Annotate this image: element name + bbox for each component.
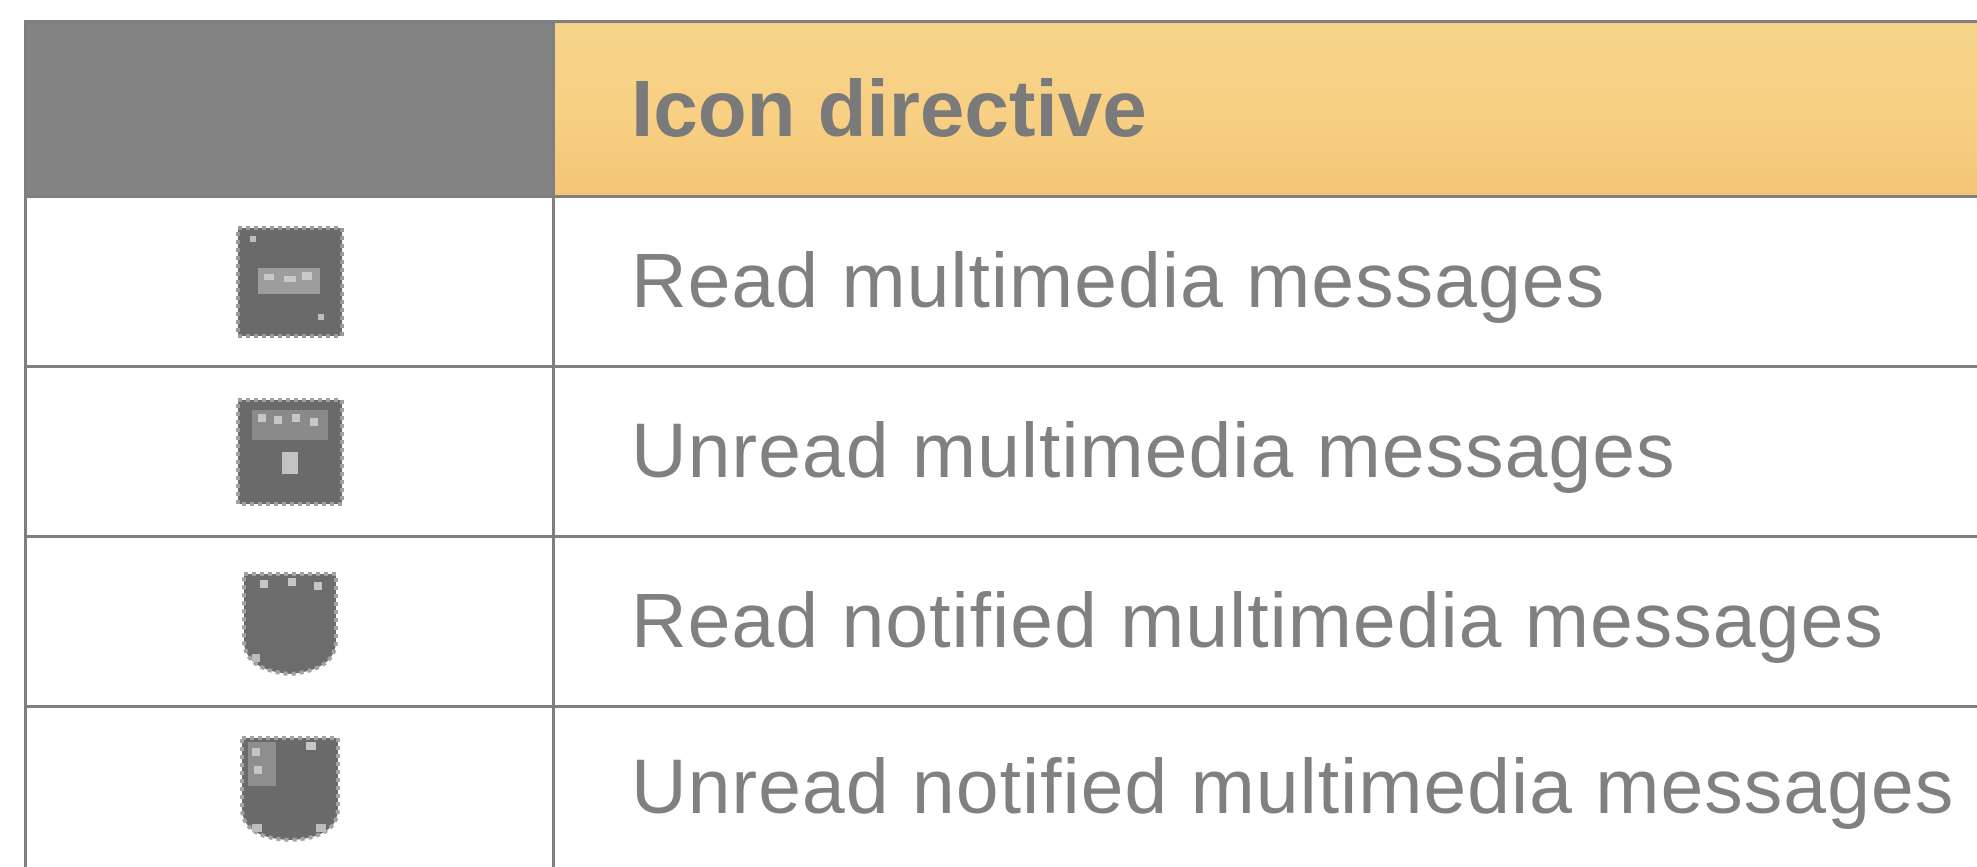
- page: Icon directive Read multimedia messages …: [0, 0, 1977, 867]
- table-row: Read multimedia messages: [24, 195, 1977, 368]
- icon-description: Unread notified multimedia messages: [552, 705, 1977, 867]
- icon-description: Unread multimedia messages: [552, 365, 1977, 538]
- icon-cell: [24, 535, 555, 708]
- icon-cell: [24, 705, 555, 867]
- table-row: Read notified multimedia messages: [24, 535, 1977, 708]
- table-row: Unread multimedia messages: [24, 365, 1977, 538]
- icon-cell: [24, 365, 555, 538]
- description-column-header: Icon directive: [552, 20, 1977, 198]
- icon-description: Read notified multimedia messages: [552, 535, 1977, 708]
- table-row: Unread notified multimedia messages: [24, 705, 1977, 867]
- read-notified-mms-icon: [230, 562, 350, 682]
- unread-mms-icon: [230, 392, 350, 512]
- icon-directive-table: Icon directive Read multimedia messages …: [24, 20, 1977, 867]
- table-header-row: Icon directive: [24, 20, 1977, 198]
- unread-notified-mms-icon: [230, 728, 350, 848]
- icon-description: Read multimedia messages: [552, 195, 1977, 368]
- read-mms-icon: [230, 222, 350, 342]
- icon-cell: [24, 195, 555, 368]
- icon-column-header: [24, 20, 555, 198]
